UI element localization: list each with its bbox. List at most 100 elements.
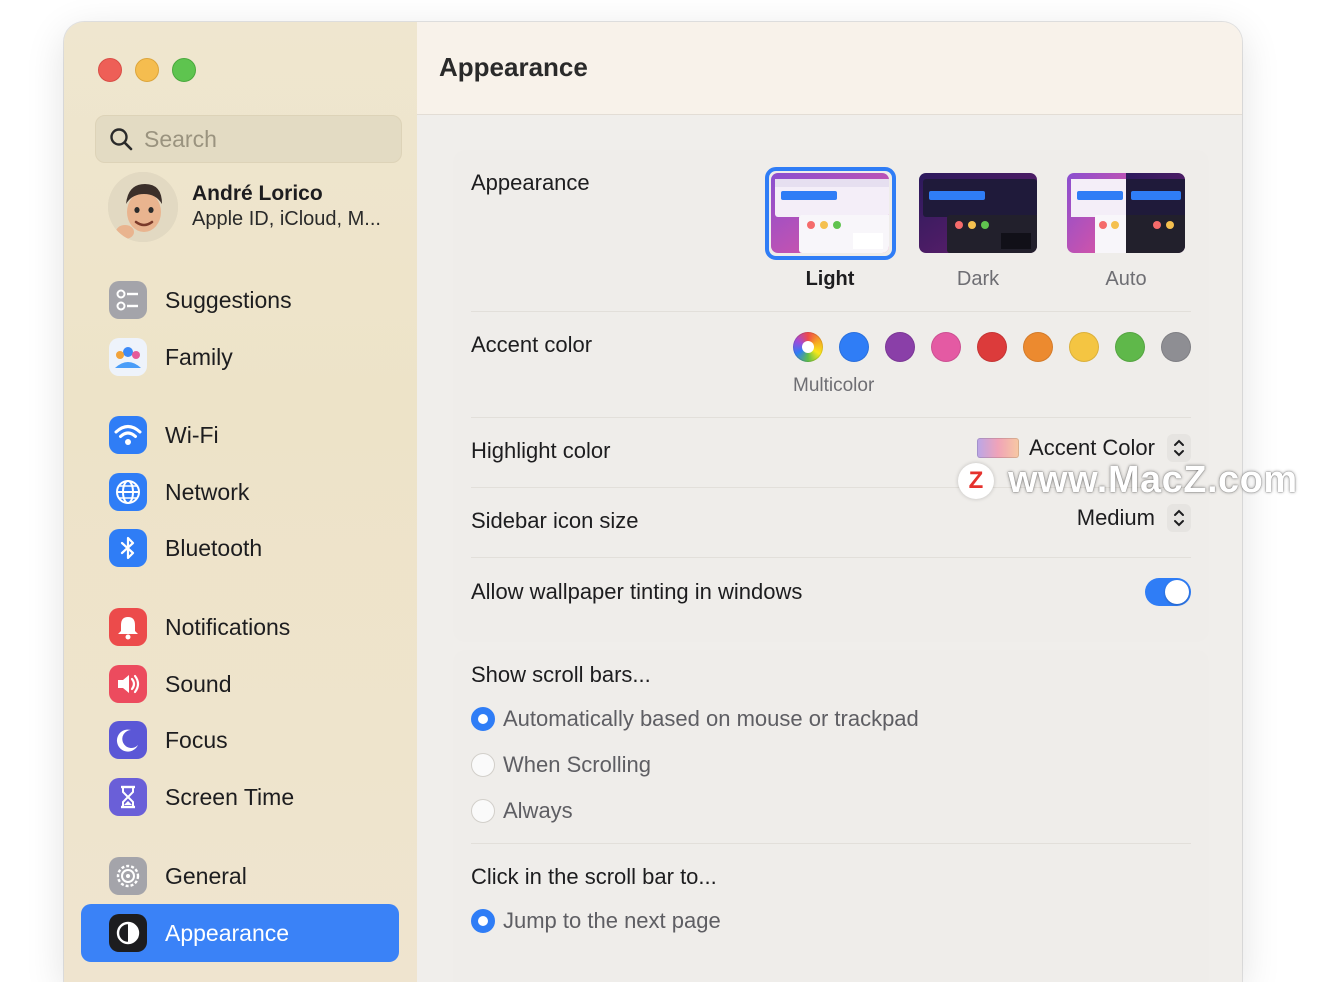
toggle-knob <box>1165 580 1189 604</box>
sidebar-item-appearance[interactable]: Appearance <box>81 904 399 962</box>
divider <box>471 557 1191 558</box>
theme-auto-label[interactable]: Auto <box>1061 268 1191 291</box>
accent-multicolor-swatch[interactable] <box>793 332 823 362</box>
highlight-color-popup[interactable]: Accent Color <box>977 434 1191 462</box>
click-jump-next-page-option[interactable]: Jump to the next page <box>471 908 721 934</box>
accent-yellow-swatch[interactable] <box>1069 332 1099 362</box>
theme-auto-thumbnail[interactable] <box>1067 173 1185 253</box>
accent-color-label: Accent color <box>471 332 593 357</box>
sidebar-item-label: Wi-Fi <box>165 421 219 448</box>
avatar <box>108 172 178 242</box>
click-scroll-bar-title: Click in the scroll bar to... <box>471 864 717 889</box>
globe-icon <box>109 473 147 511</box>
profile-subtitle: Apple ID, iCloud, M... <box>192 208 381 230</box>
settings-window: André Lorico Apple ID, iCloud, M... Sugg… <box>64 22 1242 982</box>
sidebar-item-general[interactable]: General <box>81 849 399 903</box>
divider <box>471 843 1191 844</box>
accent-graphite-swatch[interactable] <box>1161 332 1191 362</box>
minimize-window-button[interactable] <box>135 58 159 82</box>
sidebar-item-notifications[interactable]: Notifications <box>81 600 399 654</box>
divider <box>471 417 1191 418</box>
highlight-color-swatch <box>977 438 1020 458</box>
search-input[interactable] <box>142 124 386 154</box>
gear-icon <box>109 857 147 895</box>
sidebar-icon-size-label: Sidebar icon size <box>471 508 639 533</box>
radio-button[interactable] <box>471 707 495 731</box>
sidebar-item-label: Bluetooth <box>165 534 263 561</box>
sidebar-item-label: Screen Time <box>165 783 295 810</box>
accent-blue-swatch[interactable] <box>839 332 869 362</box>
accent-orange-swatch[interactable] <box>1023 332 1053 362</box>
radio-label: When Scrolling <box>503 752 651 777</box>
sidebar-item-focus[interactable]: Focus <box>81 713 399 767</box>
accent-pink-swatch[interactable] <box>931 332 961 362</box>
sidebar-item-label: Network <box>165 478 250 505</box>
hourglass-icon <box>109 778 147 816</box>
sidebar-item-label: Focus <box>165 726 228 753</box>
radio-label: Always <box>503 798 573 823</box>
close-window-button[interactable] <box>98 58 122 82</box>
chevron-updown-icon <box>1167 434 1191 462</box>
sidebar-item-label: Appearance <box>165 919 290 946</box>
sidebar-item-sound[interactable]: Sound <box>81 657 399 711</box>
search-field[interactable] <box>95 115 402 163</box>
scroll-always-option[interactable]: Always <box>471 798 573 824</box>
sidebar-item-bluetooth[interactable]: Bluetooth <box>81 521 399 575</box>
search-icon <box>110 128 133 151</box>
accent-green-swatch[interactable] <box>1115 332 1145 362</box>
accent-red-swatch[interactable] <box>977 332 1007 362</box>
appearance-settings-group: Appearance Light Dark Auto Accent color … <box>453 150 1209 642</box>
radio-label: Automatically based on mouse or trackpad <box>503 706 919 731</box>
window-controls <box>98 58 196 82</box>
sidebar-item-wifi[interactable]: Wi-Fi <box>81 408 399 462</box>
wallpaper-tinting-toggle[interactable] <box>1145 578 1191 606</box>
chevron-updown-icon <box>1167 504 1191 532</box>
sidebar: André Lorico Apple ID, iCloud, M... Sugg… <box>64 22 418 982</box>
theme-dark-label[interactable]: Dark <box>913 268 1043 291</box>
sidebar-item-network[interactable]: Network <box>81 465 399 519</box>
wifi-icon <box>109 416 147 454</box>
accent-caption: Multicolor <box>793 375 875 396</box>
sidebar-item-screen-time[interactable]: Screen Time <box>81 770 399 824</box>
sidebar-item-suggestions[interactable]: Suggestions <box>81 273 399 327</box>
sidebar-item-label: Notifications <box>165 613 291 640</box>
radio-button[interactable] <box>471 909 495 933</box>
divider <box>471 311 1191 312</box>
radio-button[interactable] <box>471 753 495 777</box>
accent-purple-swatch[interactable] <box>885 332 915 362</box>
theme-dark-thumbnail[interactable] <box>919 173 1037 253</box>
sidebar-item-family[interactable]: Family <box>81 330 399 384</box>
wallpaper-tinting-label: Allow wallpaper tinting in windows <box>471 579 803 604</box>
radio-button[interactable] <box>471 799 495 823</box>
bell-icon <box>109 608 147 646</box>
zoom-window-button[interactable] <box>172 58 196 82</box>
radio-label: Jump to the next page <box>503 908 721 933</box>
highlight-color-label: Highlight color <box>471 438 611 463</box>
scroll-bar-settings-group: Show scroll bars... Automatically based … <box>453 650 1209 982</box>
suggestions-icon <box>109 281 147 319</box>
theme-light-thumbnail[interactable] <box>771 173 889 253</box>
sidebar-item-label: General <box>165 862 247 889</box>
watermark-text: www.MacZ.com <box>1008 459 1298 501</box>
apple-id-profile[interactable]: André Lorico Apple ID, iCloud, M... <box>108 172 408 242</box>
appearance-icon <box>109 914 147 952</box>
sidebar-item-label: Suggestions <box>165 286 292 313</box>
watermark: Z www.MacZ.com <box>958 459 1298 502</box>
memoji-icon <box>108 172 178 242</box>
main-pane: Appearance Appearance Light Dark Auto Ac… <box>417 22 1242 982</box>
theme-light-label[interactable]: Light <box>765 268 895 291</box>
profile-name: André Lorico <box>192 182 323 205</box>
sidebar-icon-size-popup[interactable]: Medium <box>1077 504 1191 532</box>
scroll-when-scrolling-option[interactable]: When Scrolling <box>471 752 651 778</box>
appearance-label: Appearance <box>471 170 590 195</box>
bluetooth-icon <box>109 529 147 567</box>
family-icon <box>109 338 147 376</box>
sidebar-icon-size-value: Medium <box>1076 505 1155 530</box>
sidebar-item-label: Family <box>165 343 233 370</box>
page-title: Appearance <box>439 52 588 82</box>
watermark-logo: Z <box>958 462 994 499</box>
speaker-icon <box>109 665 147 703</box>
scroll-auto-option[interactable]: Automatically based on mouse or trackpad <box>471 706 919 732</box>
toolbar: Appearance <box>417 22 1242 115</box>
highlight-color-value: Accent Color <box>1029 435 1155 460</box>
